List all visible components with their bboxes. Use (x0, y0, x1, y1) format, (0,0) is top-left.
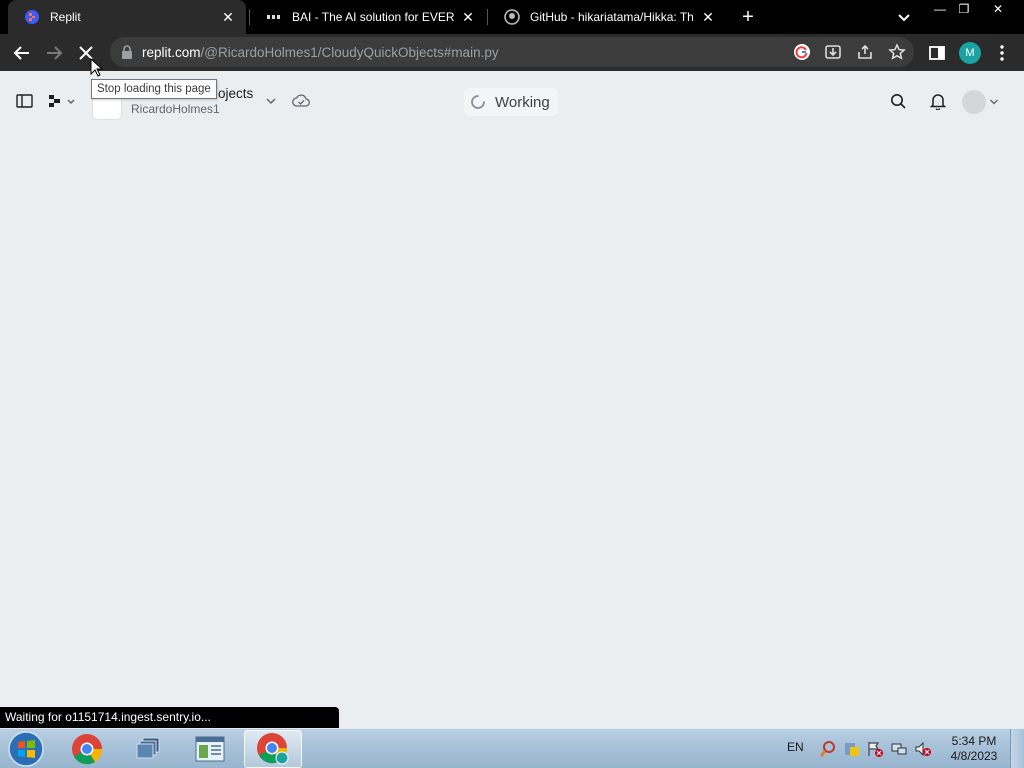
chevron-down-icon[interactable] (265, 95, 277, 107)
taskbar-app[interactable] (183, 730, 237, 768)
google-lens-icon[interactable] (792, 42, 812, 62)
show-desktop-button[interactable] (1010, 729, 1024, 768)
close-window-button[interactable]: ✕ (984, 0, 1012, 18)
windows-taskbar: EN 5:34 PM 4/8/2023 (0, 728, 1024, 768)
cloud-saved-icon[interactable] (292, 92, 310, 110)
repl-name[interactable]: ojects (218, 86, 253, 101)
system-clock[interactable]: 5:34 PM 4/8/2023 (944, 734, 1004, 764)
tab-close-icon[interactable]: ✕ (700, 9, 716, 25)
tab-bai[interactable]: BAI - The AI solution for EVERYONE ✕ (250, 0, 486, 34)
bai-favicon-icon (266, 9, 282, 25)
language-indicator[interactable]: EN (787, 740, 804, 754)
url-text: replit.com/@RicardoHolmes1/CloudyQuickOb… (142, 45, 499, 60)
chrome-menu-icon[interactable] (989, 40, 1015, 66)
loading-spinner-icon (471, 95, 485, 109)
tab-github[interactable]: GitHub - hikariatama/Hikka: The ✕ (488, 0, 726, 34)
install-app-icon[interactable] (823, 42, 843, 62)
tab-strip: Replit ✕ BAI - The AI solution for EVERY… (0, 0, 1024, 34)
search-tray-icon[interactable] (819, 740, 837, 758)
taskbar-chrome-active[interactable] (244, 730, 302, 768)
chrome-profile-icon (257, 733, 289, 765)
back-button[interactable] (9, 40, 35, 66)
restore-button[interactable]: ❐ (951, 0, 977, 18)
action-center-flag-icon[interactable] (866, 740, 884, 758)
tab-replit[interactable]: Replit ✕ (8, 0, 246, 34)
run-status-button[interactable]: Working (464, 88, 558, 116)
windows-stack-icon (136, 737, 160, 759)
stop-loading-tooltip: Stop loading this page (91, 79, 217, 99)
sidebar-toggle-icon[interactable] (15, 93, 33, 109)
tab-search-chevron-icon[interactable] (894, 7, 914, 27)
tab-title: Replit (50, 10, 81, 24)
profile-avatar[interactable]: M (959, 42, 981, 64)
new-tab-button[interactable]: + (737, 6, 759, 28)
network-icon[interactable] (890, 740, 908, 758)
chevron-down-icon[interactable] (988, 96, 1000, 108)
notifications-bell-icon[interactable] (929, 92, 947, 110)
chrome-icon (72, 734, 103, 765)
document-window-icon (195, 736, 225, 762)
tab-close-icon[interactable]: ✕ (220, 9, 236, 25)
minimize-button[interactable]: — (927, 0, 953, 18)
github-favicon-icon (504, 9, 520, 25)
lock-icon (121, 45, 133, 59)
clock-time: 5:34 PM (951, 734, 997, 748)
tab-title: GitHub - hikariatama/Hikka: The (530, 10, 694, 24)
volume-muted-icon[interactable] (914, 740, 932, 758)
side-panel-icon[interactable] (924, 40, 950, 66)
start-button[interactable] (6, 730, 46, 768)
tab-close-icon[interactable]: ✕ (460, 9, 476, 25)
system-tray-app-icon[interactable] (843, 740, 861, 758)
browser-toolbar: replit.com/@RicardoHolmes1/CloudyQuickOb… (0, 34, 1024, 71)
user-avatar[interactable] (962, 90, 986, 114)
taskbar-task-view[interactable] (121, 730, 175, 768)
taskbar-chrome[interactable] (60, 730, 114, 768)
loading-status-bubble: Waiting for o1151714.ingest.sentry.io... (0, 707, 339, 728)
replit-logo-menu[interactable] (46, 92, 78, 110)
clock-date: 4/8/2023 (950, 749, 998, 763)
tab-title: BAI - The AI solution for EVERYONE (292, 10, 454, 24)
repl-owner[interactable]: RicardoHolmes1 (131, 102, 220, 116)
address-bar[interactable]: replit.com/@RicardoHolmes1/CloudyQuickOb… (110, 37, 914, 67)
run-status-label: Working (495, 93, 550, 111)
mouse-cursor-icon (90, 58, 104, 77)
url-host: replit.com (142, 45, 201, 60)
url-path: /@RicardoHolmes1/CloudyQuickObjects#main… (200, 45, 499, 60)
search-icon[interactable] (889, 92, 907, 110)
bookmark-star-icon[interactable] (887, 42, 907, 62)
replit-favicon-icon (24, 9, 40, 25)
share-icon[interactable] (855, 42, 875, 62)
forward-button[interactable] (41, 40, 67, 66)
